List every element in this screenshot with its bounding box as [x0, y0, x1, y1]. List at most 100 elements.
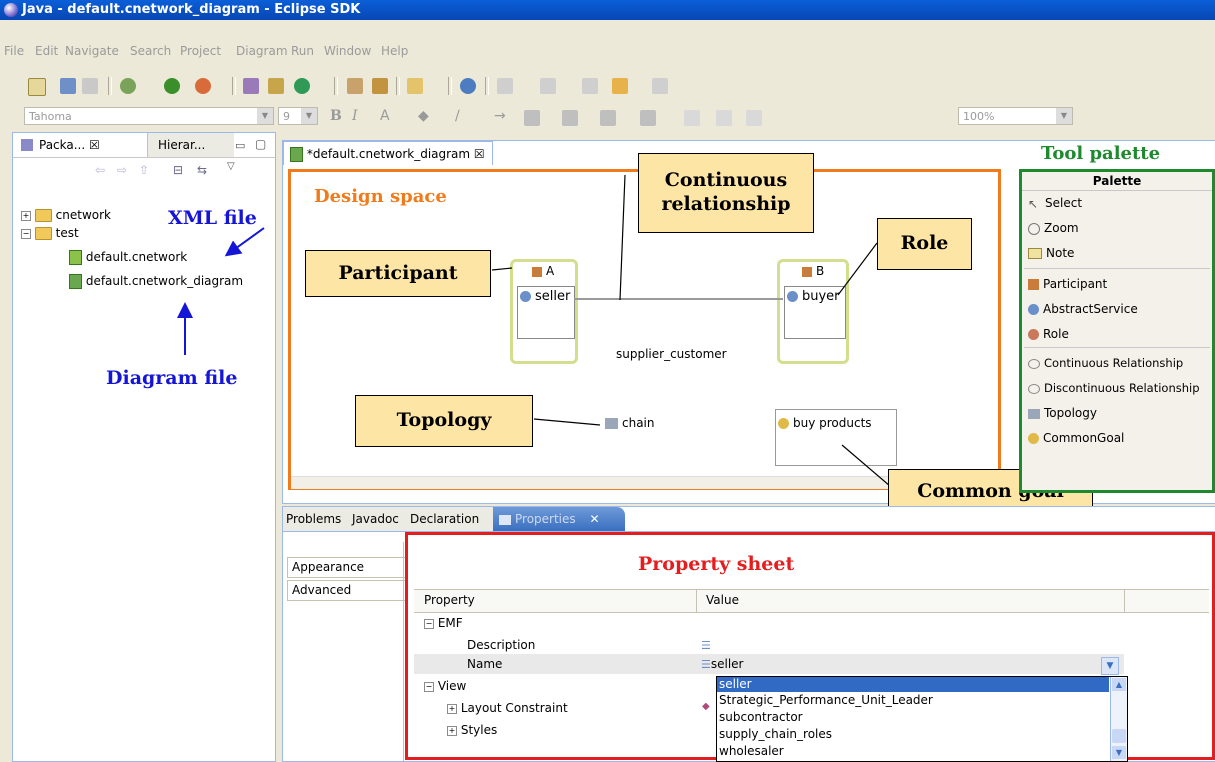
collapse-icon[interactable]: −: [21, 228, 31, 239]
scroll-up-icon[interactable]: ▲: [1112, 678, 1126, 691]
column-divider[interactable]: [696, 589, 697, 613]
tab-diagram-editor[interactable]: *default.cnetwork_diagram ☒: [283, 141, 493, 165]
align-icon[interactable]: [640, 110, 656, 126]
new-package-icon[interactable]: [268, 78, 284, 94]
collapse-icon[interactable]: −: [424, 681, 434, 692]
new-class-icon[interactable]: [294, 78, 310, 94]
annotation-icon[interactable]: [497, 78, 513, 94]
forward-arrow-icon[interactable]: [652, 78, 668, 94]
tab-properties[interactable]: Properties ✕: [493, 507, 625, 531]
palette-zoom[interactable]: Zoom: [1028, 221, 1079, 235]
zoom-select[interactable]: 100% ▼: [958, 107, 1073, 125]
menu-diagram[interactable]: Diagram: [236, 44, 288, 58]
palette-select[interactable]: ↖ Select: [1028, 196, 1082, 211]
tab-appearance[interactable]: Appearance: [287, 557, 405, 578]
globe-icon[interactable]: [460, 78, 476, 94]
search-icon[interactable]: [407, 78, 423, 94]
dropdown-scrollbar[interactable]: ▲ ▼: [1110, 677, 1127, 761]
collapse-icon[interactable]: −: [424, 618, 434, 629]
back-arrow-icon[interactable]: [612, 78, 628, 94]
menu-navigate[interactable]: Navigate: [65, 44, 119, 58]
row-view[interactable]: − View: [424, 679, 466, 693]
menu-help[interactable]: Help: [381, 44, 408, 58]
new-project-icon[interactable]: [243, 78, 259, 94]
print-icon[interactable]: [82, 78, 98, 94]
open-type-icon[interactable]: [347, 78, 363, 94]
name-value-field[interactable]: ☰seller: [701, 657, 744, 671]
row-emf[interactable]: − EMF: [424, 616, 463, 630]
copy-appearance-icon[interactable]: [524, 110, 540, 126]
fill-color-icon[interactable]: ◆: [418, 108, 429, 124]
row-layout-constraint[interactable]: + Layout Constraint: [447, 701, 568, 715]
font-color-icon[interactable]: A: [380, 108, 390, 124]
up-icon[interactable]: ⇧: [139, 163, 149, 177]
forward-icon[interactable]: ⇨: [117, 163, 127, 177]
scroll-thumb[interactable]: [1112, 729, 1126, 743]
palette-continuous-relationship[interactable]: Continuous Relationship: [1028, 356, 1183, 370]
menu-edit[interactable]: Edit: [35, 44, 58, 58]
italic-icon[interactable]: I: [352, 108, 358, 124]
common-goal-node[interactable]: buy products: [775, 409, 897, 466]
tab-advanced[interactable]: Advanced: [287, 580, 405, 601]
layout-icon[interactable]: [746, 110, 762, 126]
size-icon[interactable]: [684, 110, 700, 126]
tree-item-default-cnetwork-diagram[interactable]: default.cnetwork_diagram: [69, 274, 243, 289]
tree-item-test[interactable]: − test: [21, 226, 79, 240]
run-icon[interactable]: [164, 78, 180, 94]
view-menu-icon[interactable]: ▽: [227, 161, 235, 172]
menu-run[interactable]: Run: [291, 44, 314, 58]
dropdown-option[interactable]: wholesaler: [719, 744, 784, 758]
pencil-icon[interactable]: [372, 78, 388, 94]
palette-topology[interactable]: Topology: [1028, 406, 1097, 420]
chevron-down-icon[interactable]: ▼: [1101, 657, 1119, 675]
menu-search[interactable]: Search: [130, 44, 171, 58]
tab-javadoc[interactable]: Javadoc: [349, 507, 411, 531]
row-name[interactable]: Name: [467, 657, 502, 671]
column-value[interactable]: Value: [706, 593, 739, 607]
link-editor-icon[interactable]: ⇆: [197, 163, 207, 177]
topology-node[interactable]: chain: [605, 416, 655, 430]
font-size-select[interactable]: 9 ▼: [278, 107, 318, 125]
palette-role[interactable]: Role: [1028, 327, 1069, 341]
row-description[interactable]: Description: [467, 638, 535, 652]
row-styles[interactable]: + Styles: [447, 723, 497, 737]
expand-icon[interactable]: +: [447, 703, 457, 714]
external-tools-icon[interactable]: [195, 78, 211, 94]
role-seller-box[interactable]: seller: [517, 286, 575, 339]
column-divider[interactable]: [1124, 589, 1125, 613]
participant-a-node[interactable]: A seller: [510, 259, 578, 364]
menu-window[interactable]: Window: [324, 44, 371, 58]
save-icon[interactable]: [60, 78, 76, 94]
select-all-icon[interactable]: [562, 110, 578, 126]
palette-note[interactable]: Note: [1028, 246, 1074, 260]
palette-abstract-service[interactable]: AbstractService: [1028, 302, 1138, 316]
line-color-icon[interactable]: ∕: [455, 108, 460, 124]
new-icon[interactable]: [28, 78, 46, 96]
dropdown-option[interactable]: Strategic_Performance_Unit_Leader: [719, 693, 933, 707]
menu-project[interactable]: Project: [180, 44, 221, 58]
tab-declaration[interactable]: Declaration: [407, 507, 495, 531]
debug-icon[interactable]: [120, 78, 136, 94]
tab-package-explorer[interactable]: Packa... ☒: [13, 133, 141, 158]
dropdown-option[interactable]: seller: [719, 677, 752, 691]
expand-icon[interactable]: +: [447, 725, 457, 736]
role-buyer-box[interactable]: buyer: [784, 286, 846, 339]
font-family-select[interactable]: Tahoma ▼: [24, 107, 274, 125]
close-icon[interactable]: ✕: [589, 512, 599, 526]
tab-hierarchy[interactable]: Hierar...: [147, 133, 234, 157]
delete-icon[interactable]: [716, 110, 732, 126]
tree-item-default-cnetwork[interactable]: default.cnetwork: [69, 250, 187, 265]
tab-problems[interactable]: Problems: [283, 507, 353, 531]
collapse-all-icon[interactable]: ⊟: [173, 163, 183, 177]
palette-participant[interactable]: Participant: [1028, 277, 1107, 291]
column-property[interactable]: Property: [424, 593, 475, 607]
arrange-icon[interactable]: [600, 110, 616, 126]
next-annotation-icon[interactable]: [540, 78, 556, 94]
back-icon[interactable]: ⇦: [95, 163, 105, 177]
last-edit-icon[interactable]: [582, 78, 598, 94]
dropdown-option[interactable]: supply_chain_roles: [719, 727, 832, 741]
minimize-icon[interactable]: ▭: [235, 139, 245, 152]
name-dropdown-list[interactable]: seller Strategic_Performance_Unit_Leader…: [716, 676, 1128, 762]
bold-icon[interactable]: B: [330, 108, 342, 124]
maximize-icon[interactable]: ▢: [255, 137, 266, 151]
